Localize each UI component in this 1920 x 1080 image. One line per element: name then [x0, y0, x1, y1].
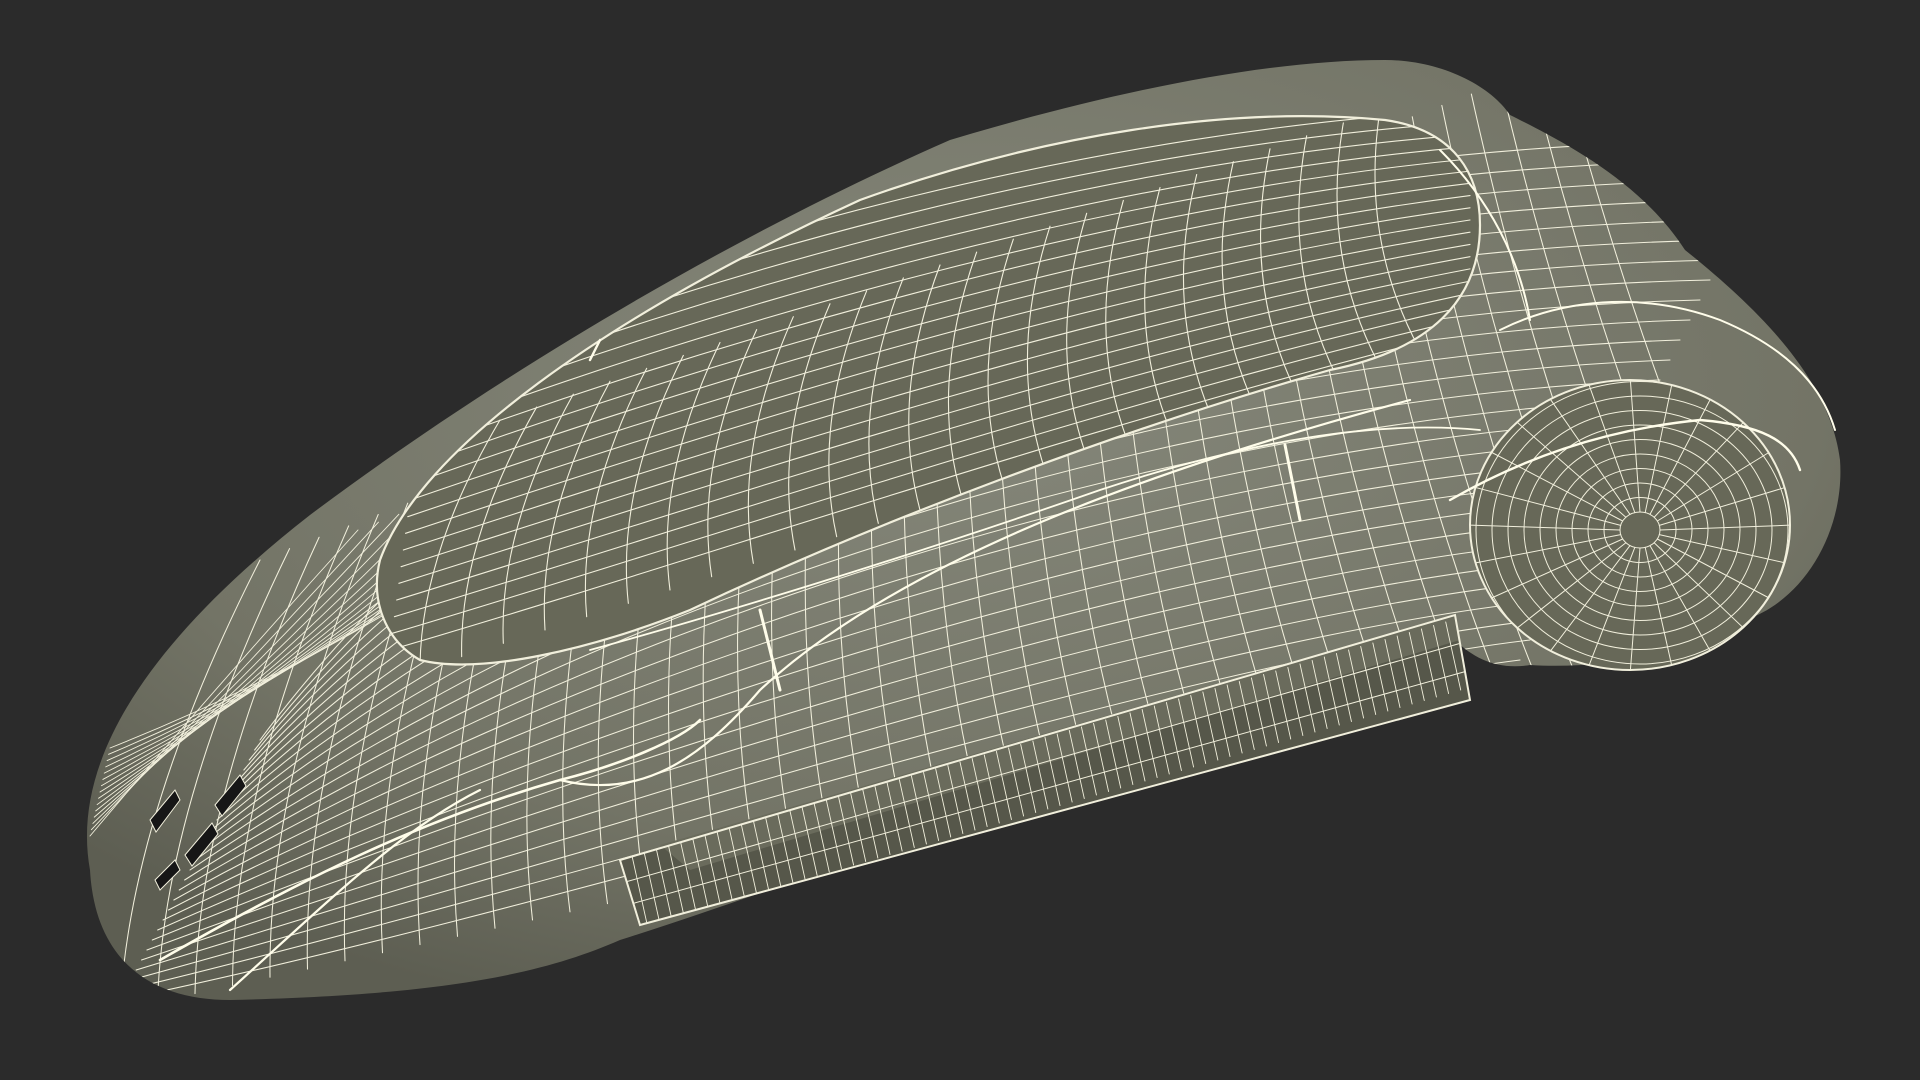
render-viewport: [0, 0, 1920, 1080]
wireframe-render: [0, 0, 1920, 1080]
